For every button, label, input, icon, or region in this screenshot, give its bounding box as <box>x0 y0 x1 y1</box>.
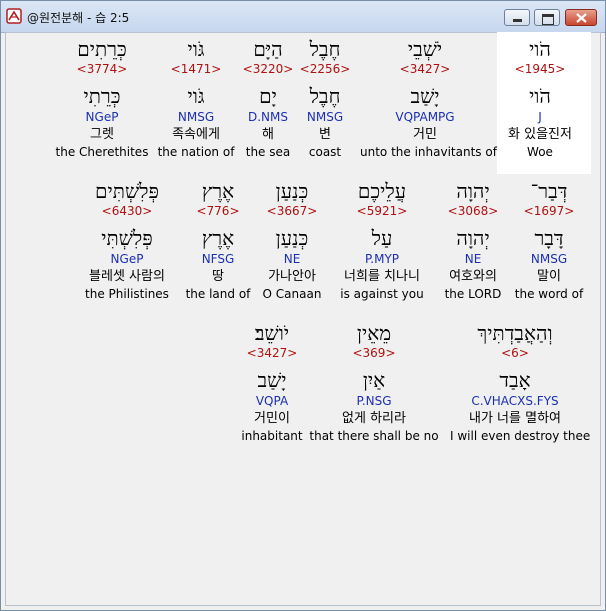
korean-gloss: 내가 너를 멸하여 <box>469 411 561 426</box>
app-window: @원전분해 - 습 2:5 הֹוי <1945> הֹוי J 화 있을진저 … <box>0 0 606 611</box>
morphology-code: NGeP <box>110 252 144 266</box>
morphology-code: NGeP <box>85 110 119 124</box>
word-card[interactable]: כְּרֵתִים <3774> כְּרֵתִי NGeP 그렛 the Ch… <box>37 37 167 160</box>
korean-gloss: 거민이 <box>254 411 290 426</box>
maximize-button[interactable] <box>534 9 560 26</box>
window-title: @원전분해 - 습 2:5 <box>27 11 130 25</box>
korean-gloss: 블레셋 사람의 <box>89 269 165 284</box>
morphology-code: J <box>538 110 542 124</box>
morphology-code: C.VHACXS.FYS <box>471 394 559 408</box>
hebrew-word: הֹוי <box>529 37 551 61</box>
word-card[interactable]: יֹושֵׁב׃ <3427> יָשַׁב VQPA 거민이 inhabita… <box>207 321 337 444</box>
minimize-button[interactable] <box>504 9 530 26</box>
close-button[interactable] <box>565 9 597 26</box>
english-gloss: the Philistines <box>85 287 169 301</box>
strong-number[interactable]: <3427> <box>207 345 337 362</box>
hebrew-lexeme: הֹוי <box>529 84 551 108</box>
hebrew-word: פְּלִשְׁתִּים <box>95 179 159 203</box>
title-bar[interactable]: @원전분해 - 습 2:5 <box>1 1 605 33</box>
strong-number[interactable]: <6> <box>450 345 580 362</box>
hebrew-lexeme: יָשַׁב <box>257 368 287 392</box>
morphology-code: VQPA <box>255 394 289 408</box>
strong-number[interactable]: <6430> <box>62 203 192 220</box>
korean-gloss: 그렛 <box>90 127 114 142</box>
close-icon <box>576 13 587 23</box>
hebrew-word: יֹושֵׁב׃ <box>254 321 290 345</box>
hebrew-lexeme: כְּרֵתִי <box>83 84 121 108</box>
strong-number[interactable]: <1945> <box>475 61 605 78</box>
english-gloss: the Cherethites <box>55 145 149 159</box>
hebrew-word: וְהַאֲבַדְתִּיךְ <box>477 321 553 345</box>
korean-gloss: 화 있을진저 <box>508 127 572 142</box>
hebrew-word: כְּרֵתִים <box>77 37 127 61</box>
english-gloss: inhabitant <box>241 429 303 443</box>
app-logo-icon <box>6 8 22 24</box>
hebrew-lexeme: אָבַד <box>499 368 531 392</box>
word-card[interactable]: הֹוי <1945> הֹוי J 화 있을진저 Woe <box>475 37 605 160</box>
word-card[interactable]: פְּלִשְׁתִּים <6430> פְּלִשְׁתִּי NGeP 블… <box>62 179 192 302</box>
hebrew-lexeme: פְּלִשְׁתִּי <box>101 226 153 250</box>
english-gloss: I will even destroy thee <box>450 429 591 443</box>
strong-number[interactable]: <3774> <box>37 61 167 78</box>
word-card[interactable]: וְהַאֲבַדְתִּיךְ <6> אָבַד C.VHACXS.FYS … <box>450 321 591 444</box>
